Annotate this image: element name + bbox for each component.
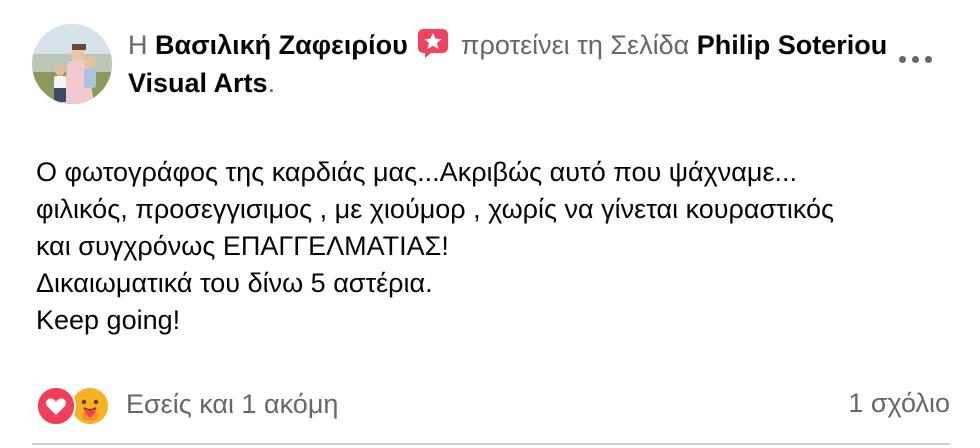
post-body-line: Keep going! bbox=[36, 305, 181, 335]
header-action-text: προτείνει τη Σελίδα bbox=[460, 30, 690, 60]
post-body-line: και συγχρόνως ΕΠΑΓΓΕΛΜΑΤΙΑΣ! bbox=[36, 231, 449, 261]
reaction-icons bbox=[36, 384, 116, 426]
post-body-line: φιλικός, προσεγγισιμος , με χιούμορ , χω… bbox=[36, 194, 835, 224]
header-prefix: Η bbox=[128, 30, 148, 60]
love-icon bbox=[36, 386, 76, 426]
reactions-label: Εσείς και 1 ακόμη bbox=[126, 388, 339, 419]
more-options-dot bbox=[912, 56, 919, 63]
care-icon bbox=[70, 386, 110, 426]
post-card: Η Βασιλική Ζαφειρίου προτείνει τη Σελίδα… bbox=[0, 0, 980, 448]
more-options-dot bbox=[925, 56, 932, 63]
post-body: Ο φωτογράφος της καρδιάς μας...Ακριβώς α… bbox=[36, 154, 956, 339]
post-body-line: Δικαιωματικά του δίνω 5 αστέρια. bbox=[36, 268, 433, 298]
post-body-line: Ο φωτογράφος της καρδιάς μας...Ακριβώς α… bbox=[36, 157, 797, 187]
author-name-link[interactable]: Βασιλική Ζαφειρίου bbox=[155, 30, 408, 60]
post-header: Η Βασιλική Ζαφειρίου προτείνει τη Σελίδα… bbox=[128, 26, 888, 102]
header-period: . bbox=[267, 68, 276, 98]
star-badge-icon bbox=[417, 28, 449, 58]
divider bbox=[32, 443, 950, 445]
more-options-button[interactable] bbox=[896, 44, 936, 76]
more-options-icon bbox=[899, 56, 906, 63]
author-avatar[interactable] bbox=[32, 24, 112, 104]
reactions-summary[interactable]: Εσείς και 1 ακόμη bbox=[36, 384, 339, 426]
comments-count-link[interactable]: 1 σχόλιο bbox=[848, 388, 950, 419]
